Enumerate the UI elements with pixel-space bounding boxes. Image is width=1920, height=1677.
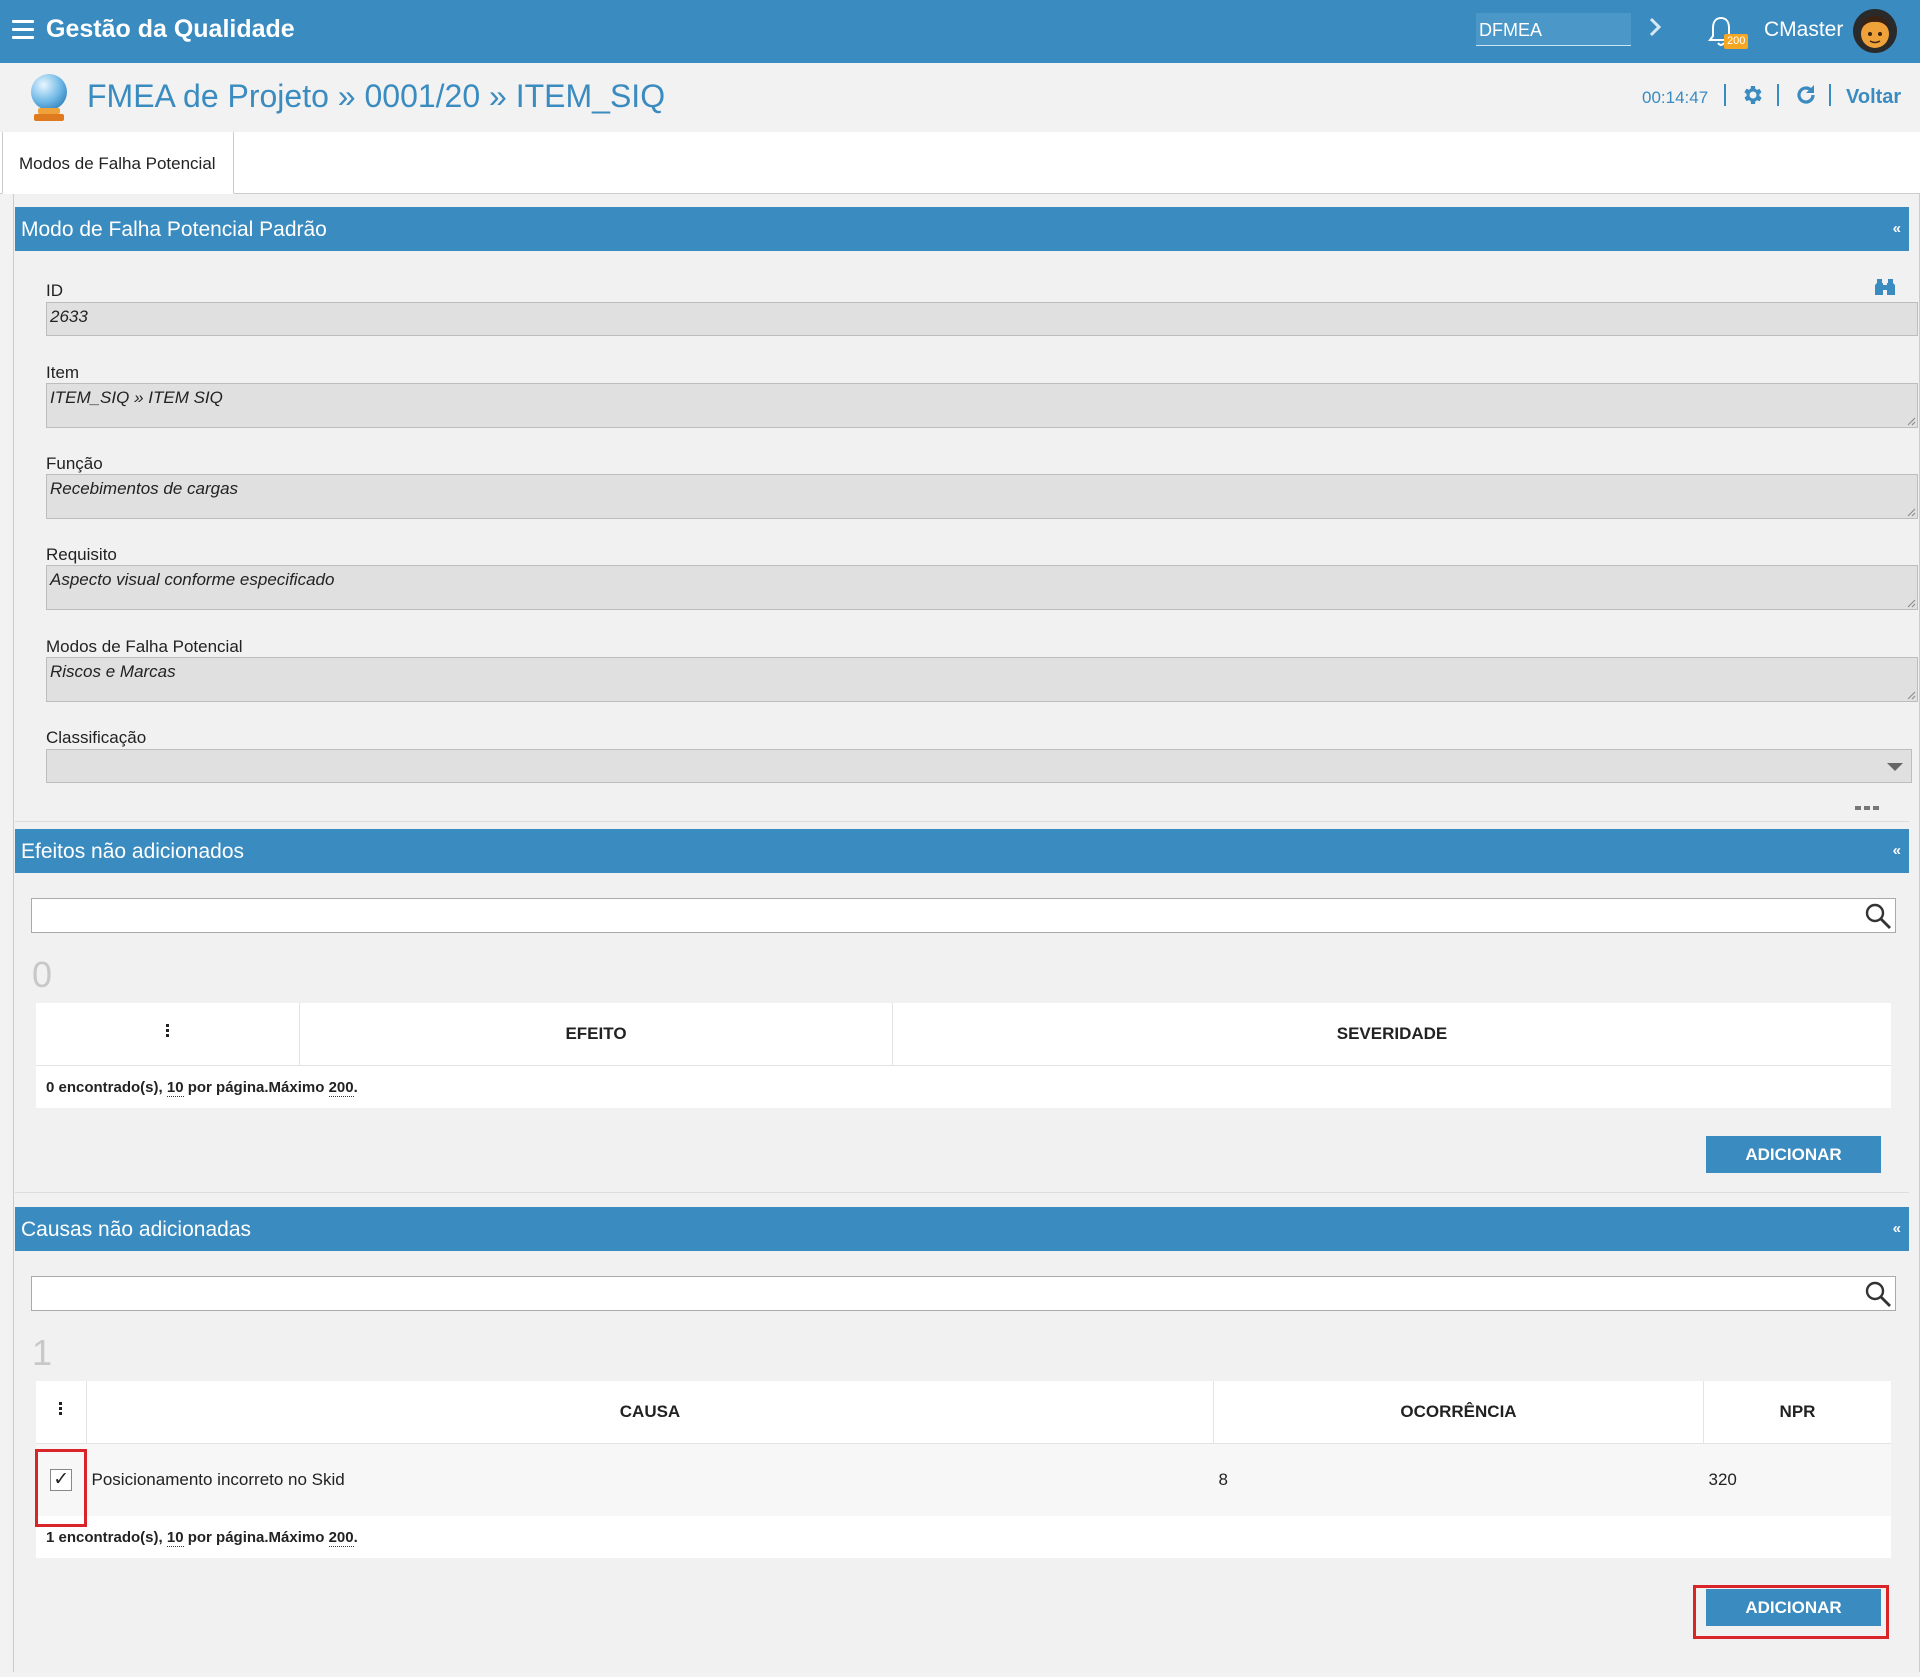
column-header-severidade[interactable]: SEVERIDADE <box>893 1003 1892 1066</box>
resize-grip-icon[interactable] <box>1907 508 1916 517</box>
highlight-checkbox <box>35 1449 87 1527</box>
separator <box>1724 84 1726 106</box>
classificacao-select[interactable] <box>46 749 1912 783</box>
more-options-icon[interactable] <box>1854 803 1880 813</box>
panel-causas: Causas não adicionadas « 1 CAUSA OCORRÊN… <box>15 1207 1909 1662</box>
max-link[interactable]: 200 <box>328 1078 354 1097</box>
back-link[interactable]: Voltar <box>1846 86 1901 109</box>
menu-icon[interactable] <box>12 20 34 40</box>
kebab-menu-icon[interactable] <box>59 1402 63 1417</box>
item-field: ITEM_SIQ » ITEM SIQ <box>46 383 1918 428</box>
search-icon[interactable] <box>1864 902 1892 930</box>
item-value: ITEM_SIQ » ITEM SIQ <box>50 388 223 407</box>
modos-field: Riscos e Marcas <box>46 657 1918 702</box>
requisito-value: Aspecto visual conforme especificado <box>50 570 335 589</box>
max-link[interactable]: 200 <box>328 1528 354 1547</box>
resize-grip-icon[interactable] <box>1907 417 1916 426</box>
panel-title: Efeitos não adicionados <box>21 840 244 863</box>
dropdown-arrow-icon <box>1887 763 1903 771</box>
id-field: 2633 <box>46 302 1918 336</box>
kebab-menu-icon[interactable] <box>165 1024 170 1039</box>
efeitos-table: EFEITO SEVERIDADE 0 encontrado(s), 10 po… <box>36 1003 1891 1108</box>
highlight-add-button <box>1693 1585 1889 1639</box>
gear-icon[interactable] <box>1741 83 1765 107</box>
causas-search[interactable] <box>31 1276 1896 1311</box>
table-header-row: EFEITO SEVERIDADE <box>36 1003 1891 1066</box>
tab-modos-de-falha[interactable]: Modos de Falha Potencial <box>2 132 234 194</box>
table-header-row: CAUSA OCORRÊNCIA NPR <box>36 1381 1891 1444</box>
classificacao-label: Classificação <box>46 728 147 747</box>
separator <box>1829 84 1831 106</box>
pagination-info: 1 encontrado(s), 10 por página.Máximo 20… <box>36 1516 1891 1558</box>
refresh-icon[interactable] <box>1794 83 1818 107</box>
causas-table: CAUSA OCORRÊNCIA NPR ✓ Posicionamento in… <box>36 1381 1891 1558</box>
funcao-value: Recebimentos de cargas <box>50 479 239 498</box>
funcao-field: Recebimentos de cargas <box>46 474 1918 519</box>
column-options[interactable] <box>36 1003 300 1066</box>
found-text: 0 encontrado(s), <box>46 1078 167 1096</box>
footer-end: . <box>353 1078 358 1096</box>
avatar[interactable] <box>1853 9 1897 53</box>
chevron-right-icon[interactable] <box>1647 12 1665 42</box>
requisito-label: Requisito <box>46 545 117 564</box>
content-area: Modo de Falha Potencial Padrão « ID 2633… <box>13 194 1920 1672</box>
page-title: FMEA de Projeto » 0001/20 » ITEM_SIQ <box>87 78 666 114</box>
panel-header: Causas não adicionadas « <box>15 1207 1909 1251</box>
tab-strip: Modos de Falha Potencial <box>0 132 1920 194</box>
panel-modo-falha-padrao: Modo de Falha Potencial Padrão « ID 2633… <box>15 207 1918 822</box>
cell-ocorrencia: 8 <box>1218 1470 1228 1489</box>
resize-grip-icon[interactable] <box>1907 599 1916 608</box>
efeitos-search-input[interactable] <box>32 899 1854 930</box>
modos-value: Riscos e Marcas <box>50 662 176 681</box>
footer-end: . <box>353 1528 358 1546</box>
separator <box>1777 84 1779 106</box>
table-footer: 1 encontrado(s), 10 por página.Máximo 20… <box>36 1516 1891 1558</box>
resize-grip-icon[interactable] <box>1907 691 1916 700</box>
per-page-link[interactable]: 10 <box>166 1078 184 1097</box>
collapse-icon[interactable]: « <box>1893 1220 1901 1237</box>
per-page-text: por página.Máximo <box>183 1078 329 1096</box>
id-label: ID <box>46 281 63 300</box>
binoculars-icon[interactable] <box>1873 277 1897 299</box>
crystal-ball-icon <box>31 74 67 121</box>
causas-search-input[interactable] <box>32 1277 1854 1308</box>
column-options[interactable] <box>36 1381 87 1444</box>
add-efeito-button[interactable]: ADICIONAR <box>1706 1136 1881 1173</box>
funcao-label: Função <box>46 454 103 473</box>
modos-label: Modos de Falha Potencial <box>46 637 243 656</box>
per-page-link[interactable]: 10 <box>166 1528 184 1547</box>
app-title: Gestão da Qualidade <box>46 15 295 43</box>
panel-title: Causas não adicionadas <box>21 1218 251 1241</box>
column-header-causa[interactable]: CAUSA <box>86 1381 1214 1444</box>
panel-efeitos: Efeitos não adicionados « 0 EFEITO SEVER… <box>15 829 1909 1193</box>
column-header-ocorrencia[interactable]: OCORRÊNCIA <box>1213 1381 1704 1444</box>
panel-header: Modo de Falha Potencial Padrão « <box>15 207 1909 251</box>
table-footer: 0 encontrado(s), 10 por página.Máximo 20… <box>36 1065 1891 1108</box>
cell-causa: Posicionamento incorreto no Skid <box>91 1470 345 1489</box>
item-label: Item <box>46 363 80 382</box>
search-icon[interactable] <box>1864 1280 1892 1308</box>
result-count: 1 <box>32 1332 53 1373</box>
module-selector[interactable]: DFMEA <box>1476 13 1631 46</box>
pagination-info: 0 encontrado(s), 10 por página.Máximo 20… <box>36 1065 1891 1108</box>
efeitos-search[interactable] <box>31 898 1896 933</box>
panel-title: Modo de Falha Potencial Padrão <box>21 218 327 241</box>
found-text: 1 encontrado(s), <box>46 1528 167 1546</box>
requisito-field: Aspecto visual conforme especificado <box>46 565 1918 610</box>
collapse-icon[interactable]: « <box>1893 220 1901 237</box>
per-page-text: por página.Máximo <box>183 1528 329 1546</box>
panel-header: Efeitos não adicionados « <box>15 829 1909 873</box>
notification-badge: 200 <box>1724 34 1749 49</box>
column-header-efeito[interactable]: EFEITO <box>299 1003 893 1066</box>
result-count: 0 <box>32 954 53 995</box>
column-header-npr[interactable]: NPR <box>1704 1381 1892 1444</box>
session-timer: 00:14:47 <box>1642 88 1709 107</box>
table-row[interactable]: ✓ Posicionamento incorreto no Skid 8 320 <box>36 1443 1891 1516</box>
user-name[interactable]: CMaster <box>1764 18 1843 42</box>
collapse-icon[interactable]: « <box>1893 842 1901 859</box>
cell-npr: 320 <box>1708 1470 1737 1489</box>
top-bar: Gestão da Qualidade DFMEA 200 CMaster <box>0 0 1920 63</box>
